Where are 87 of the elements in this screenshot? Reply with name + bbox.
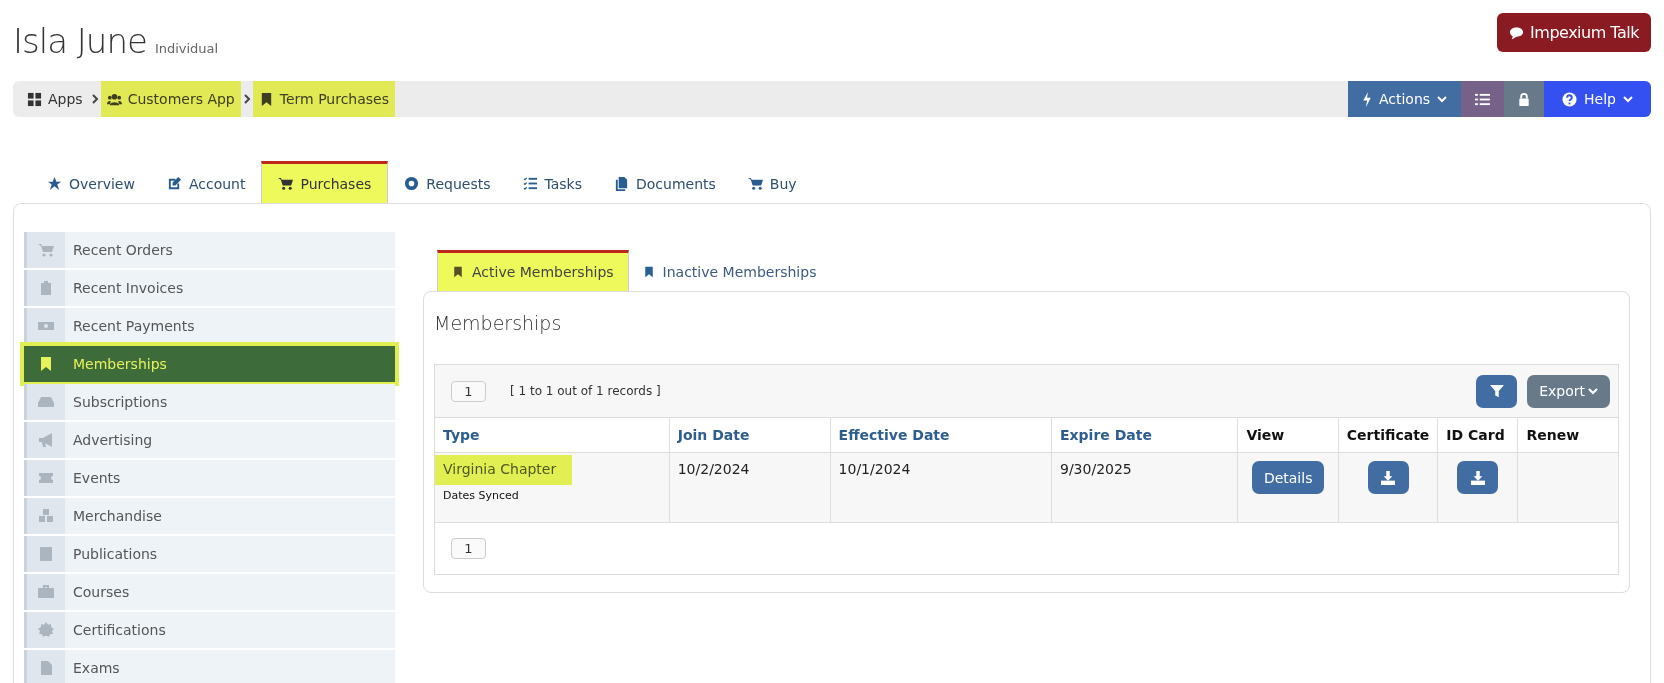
- tab[interactable]: Inactive Memberships: [628, 250, 831, 291]
- filter-icon: [1489, 384, 1504, 398]
- download-button[interactable]: [1457, 461, 1499, 494]
- download-button[interactable]: [1367, 461, 1409, 494]
- details-button[interactable]: Details: [1251, 461, 1325, 494]
- column-header: Renew: [1517, 418, 1618, 453]
- sidebar-item[interactable]: Publications: [24, 536, 395, 572]
- page-button[interactable]: 1: [451, 380, 486, 402]
- table-cell: 9/30/2025: [1060, 461, 1132, 477]
- caret-icon: [1588, 387, 1598, 395]
- list-icon: [1475, 92, 1491, 106]
- file-icon: [38, 660, 54, 676]
- column-header[interactable]: Join Date: [669, 418, 831, 453]
- caret-icon: [1623, 95, 1633, 103]
- bookmark-icon: [38, 356, 54, 372]
- sidebar-item[interactable]: Merchandise: [24, 498, 395, 534]
- tab[interactable]: Overview: [31, 161, 151, 203]
- column-header: View: [1238, 418, 1339, 453]
- caret-icon: [1437, 95, 1448, 103]
- table-cell: 10/1/2024: [838, 461, 911, 477]
- chevron-right-icon: [242, 94, 251, 104]
- export-button[interactable]: Export: [1527, 374, 1610, 408]
- clipboard-icon: [38, 280, 54, 296]
- sidebar-item[interactable]: Courses: [24, 574, 395, 610]
- help-button[interactable]: Help: [1544, 81, 1651, 117]
- ticket-icon: [38, 470, 54, 486]
- sidebar-item[interactable]: Subscriptions: [24, 384, 395, 420]
- tab[interactable]: Tasks: [506, 161, 598, 203]
- cart-icon: [747, 176, 763, 191]
- breadcrumb-link[interactable]: Term Purchases: [252, 81, 396, 117]
- table-cell: 10/2/2024: [677, 461, 750, 477]
- customer-name: Isla June: [13, 21, 147, 61]
- lock-icon: [1518, 91, 1531, 107]
- users-icon: [106, 91, 122, 107]
- tab[interactable]: Documents: [598, 161, 732, 203]
- cart-icon: [38, 242, 54, 258]
- sidebar-item[interactable]: Exams: [24, 650, 395, 683]
- cubes-icon: [38, 508, 54, 524]
- sidebar-item[interactable]: Recent Invoices: [24, 270, 395, 306]
- sync-note: Dates Synced: [443, 489, 520, 502]
- breadcrumb-link[interactable]: Apps: [21, 81, 89, 117]
- tab[interactable]: Active Memberships: [437, 250, 629, 291]
- actions-button[interactable]: Actions: [1347, 81, 1462, 117]
- inbox-icon: [38, 394, 54, 410]
- bookmark-icon: [642, 265, 655, 279]
- badge-icon: [38, 622, 54, 638]
- lock-button[interactable]: [1504, 81, 1545, 117]
- tab[interactable]: Account: [150, 161, 262, 203]
- talk-button[interactable]: Impexium Talk: [1497, 13, 1651, 52]
- help-icon: [1562, 91, 1578, 107]
- breadcrumb-link[interactable]: Customers App: [100, 81, 241, 117]
- list-button[interactable]: [1461, 81, 1505, 117]
- column-header: Certificate: [1338, 418, 1438, 453]
- tab[interactable]: Buy: [731, 161, 813, 203]
- tab[interactable]: Requests: [388, 161, 507, 203]
- star-icon: [47, 176, 62, 191]
- sidebar-item[interactable]: Recent Payments: [24, 308, 395, 344]
- life-ring-icon: [404, 176, 420, 191]
- edit-icon: [166, 176, 182, 191]
- download-icon: [1381, 470, 1396, 485]
- sidebar-item[interactable]: Recent Orders: [24, 232, 395, 268]
- sidebar-item[interactable]: Advertising: [24, 422, 395, 458]
- task-list-icon: [522, 176, 538, 191]
- tab[interactable]: Purchases: [261, 161, 389, 203]
- megaphone-icon: [38, 432, 54, 448]
- panel-title: Memberships: [434, 311, 563, 336]
- column-header[interactable]: Expire Date: [1051, 418, 1238, 453]
- membership-type: Virginia Chapter: [435, 455, 573, 485]
- sidebar-item[interactable]: Certifications: [24, 612, 395, 648]
- column-header: ID Card: [1437, 418, 1518, 453]
- briefcase-icon: [38, 584, 54, 600]
- download-icon: [1470, 470, 1485, 485]
- book-icon: [38, 546, 54, 562]
- chat-bubble-icon: [1509, 25, 1525, 40]
- filter-button[interactable]: [1476, 374, 1518, 408]
- customer-type: Individual: [154, 41, 219, 56]
- sidebar-item[interactable]: Events: [24, 460, 395, 496]
- grid-icon: [27, 91, 42, 107]
- record-count: [ 1 to 1 out of 1 records ]: [510, 384, 661, 398]
- column-header[interactable]: Type: [435, 418, 670, 453]
- documents-icon: [614, 176, 629, 191]
- cart-icon: [278, 176, 294, 191]
- bookmark-icon: [452, 265, 464, 279]
- column-header[interactable]: Effective Date: [830, 418, 1052, 453]
- lightning-icon: [1361, 91, 1372, 107]
- chevron-right-icon: [90, 94, 99, 104]
- page-button[interactable]: 1: [451, 538, 486, 559]
